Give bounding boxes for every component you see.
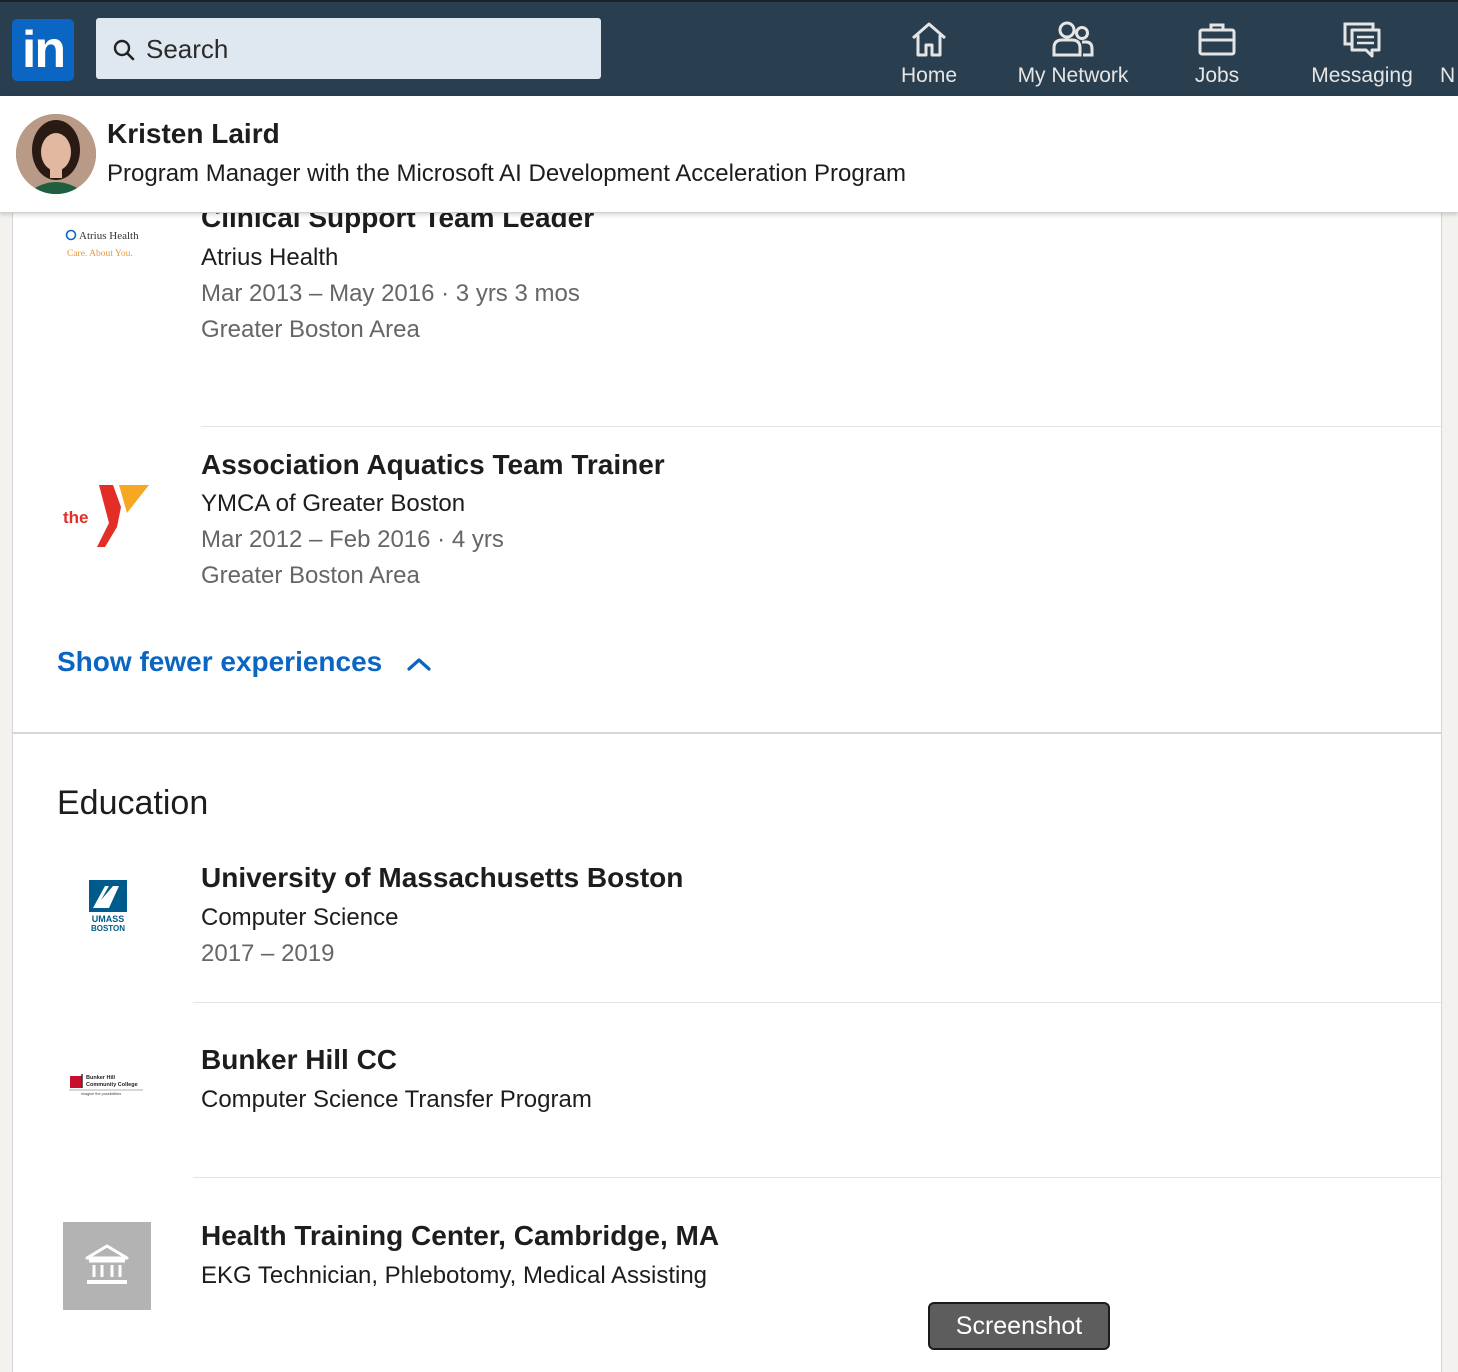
profile-name: Kristen Laird: [107, 118, 280, 149]
education-dates: 2017 – 2019: [201, 940, 335, 967]
linkedin-logo[interactable]: in: [12, 19, 74, 81]
svg-text:Care. About You.: Care. About You.: [67, 249, 133, 259]
search-icon: [113, 39, 135, 61]
divider: [193, 1002, 1441, 1003]
search-input[interactable]: Search: [96, 18, 601, 79]
profile-sticky-header: Kristen Laird Program Manager with the M…: [0, 96, 1458, 213]
atrius-logo-icon: Atrius Health Care. About You.: [65, 229, 139, 259]
show-fewer-experiences-button[interactable]: Show fewer experiences: [57, 646, 432, 678]
company-logo-atrius[interactable]: Atrius Health Care. About You.: [61, 224, 157, 314]
nav-notifications-label: N: [1440, 64, 1456, 87]
nav-jobs[interactable]: Jobs: [1186, 20, 1248, 92]
nav-my-network-label: My Network: [1017, 64, 1129, 87]
screenshot-button[interactable]: Screenshot: [928, 1302, 1110, 1350]
nav-my-network[interactable]: My Network: [1008, 20, 1138, 92]
experience-dates: Mar 2013 – May 2016 · 3 yrs 3 mos: [201, 280, 580, 307]
education-school: Health Training Center, Cambridge, MA: [201, 1220, 720, 1251]
avatar[interactable]: [16, 114, 96, 194]
education-item[interactable]: Health Training Center, Cambridge, MA EK…: [13, 1220, 1441, 1350]
education-item[interactable]: Bunker Hill Community College imagine th…: [13, 1044, 1441, 1174]
profile-headline: Program Manager with the Microsoft AI De…: [107, 160, 907, 187]
network-icon: [1052, 21, 1094, 57]
school-logo-placeholder[interactable]: [63, 1222, 151, 1310]
institution-icon: [85, 1244, 129, 1284]
svg-text:imagine the possibilities: imagine the possibilities: [81, 1092, 121, 1096]
nav-home[interactable]: Home: [894, 20, 964, 92]
svg-text:Atrius Health: Atrius Health: [79, 230, 139, 242]
show-fewer-label: Show fewer experiences: [57, 646, 383, 677]
svg-text:BOSTON: BOSTON: [91, 924, 125, 933]
education-degree: Computer Science Transfer Program: [201, 1086, 592, 1113]
divider: [193, 1177, 1441, 1178]
education-school: Bunker Hill CC: [201, 1044, 398, 1075]
svg-text:the: the: [63, 508, 89, 527]
school-logo-bunker-hill[interactable]: Bunker Hill Community College imagine th…: [67, 1068, 153, 1108]
school-logo-umass[interactable]: UMASS BOSTON: [83, 878, 133, 934]
education-school: University of Massachusetts Boston: [201, 862, 684, 893]
nav-home-label: Home: [900, 64, 958, 87]
experience-dates: Mar 2012 – Feb 2016 · 4 yrs: [201, 526, 504, 553]
nav-jobs-label: Jobs: [1194, 64, 1240, 87]
ymca-logo-icon: the: [63, 485, 149, 547]
education-degree: Computer Science: [201, 904, 399, 931]
education-section: Education UMASS BOSTON University of Mas…: [12, 732, 1442, 1372]
briefcase-icon: [1198, 23, 1236, 56]
global-nav: in Search Home My Network Jobs Messaging…: [0, 0, 1458, 96]
experience-section: Atrius Health Care. About You. Clinical …: [12, 180, 1442, 732]
nav-notifications[interactable]: N: [1440, 20, 1458, 92]
svg-text:Bunker Hill: Bunker Hill: [86, 1075, 116, 1081]
svg-text:Community College: Community College: [86, 1082, 138, 1088]
bunker-hill-logo-icon: Bunker Hill Community College imagine th…: [69, 1074, 143, 1096]
nav-messaging-label: Messaging: [1311, 64, 1413, 87]
chevron-up-icon: [407, 658, 431, 671]
experience-item[interactable]: Atrius Health Care. About You. Clinical …: [13, 180, 1441, 427]
experience-item[interactable]: the Association Aquatics Team Trainer YM…: [13, 427, 1441, 627]
section-title: Education: [57, 784, 209, 822]
home-icon: [912, 22, 946, 57]
education-degree: EKG Technician, Phlebotomy, Medical Assi…: [201, 1262, 708, 1289]
messaging-icon: [1343, 22, 1381, 58]
company-logo-ymca[interactable]: the: [61, 477, 151, 567]
experience-location: Greater Boston Area: [201, 562, 420, 589]
svg-text:UMASS: UMASS: [92, 914, 125, 924]
education-item[interactable]: UMASS BOSTON University of Massachusetts…: [13, 862, 1441, 1002]
experience-location: Greater Boston Area: [201, 316, 420, 343]
experience-company: Atrius Health: [201, 244, 339, 271]
umass-logo-icon: UMASS BOSTON: [89, 880, 127, 933]
experience-title: Association Aquatics Team Trainer: [201, 449, 665, 480]
experience-company: YMCA of Greater Boston: [201, 490, 466, 517]
profile-photo: [16, 114, 96, 194]
search-placeholder: Search: [146, 34, 229, 64]
nav-messaging[interactable]: Messaging: [1304, 20, 1420, 92]
